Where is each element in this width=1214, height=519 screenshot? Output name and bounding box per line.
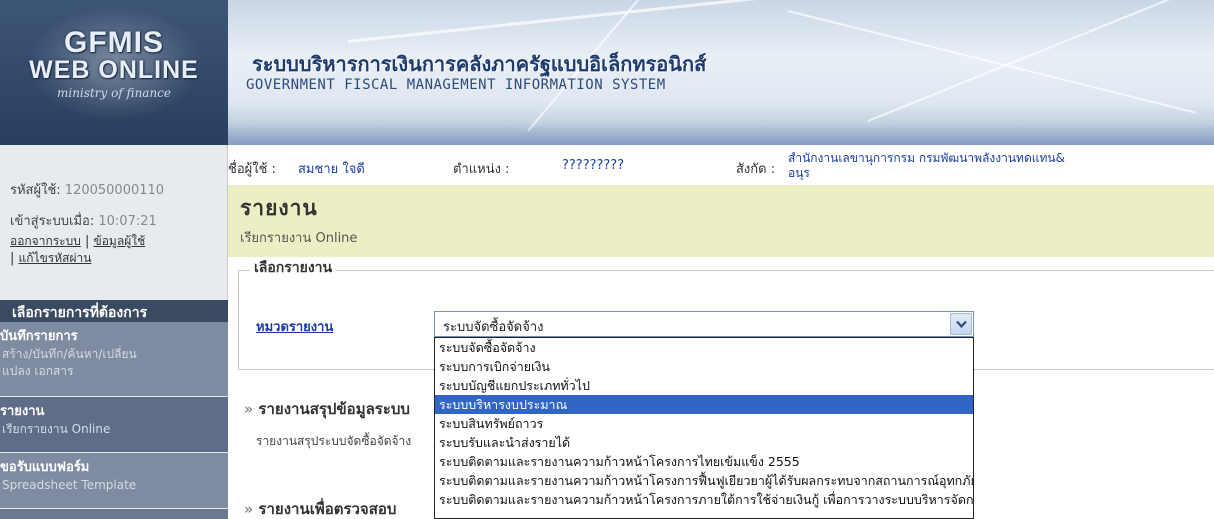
- user-info-panel: รหัสผู้ใช้: 120050000110 เข้าสู่ระบบเมื่…: [0, 145, 227, 267]
- dropdown-option[interactable]: ระบบบริหารงบประมาณ: [435, 395, 973, 414]
- report-category-select[interactable]: ระบบจัดซื้อจัดจ้าง: [434, 311, 974, 337]
- link-separator: |: [10, 251, 15, 266]
- sidebar-item-subtitle: สร้าง/บันทึก/ค้นหา/เปลี่ยน: [2, 347, 137, 361]
- sidebar-item-title: รายงาน: [0, 404, 45, 419]
- position-label: ตำแหน่ง :: [453, 162, 510, 177]
- org-value: สำนักงานเลขานุการกรม กรมพัฒนาพลังงานทดแท…: [788, 151, 1065, 165]
- user-info-link[interactable]: ข้อมูลผู้ใช้: [94, 234, 146, 248]
- logo-line1: GFMIS: [64, 26, 164, 59]
- sidebar-item-forms[interactable]: ขอรับแบบฟอร์ม Spreadsheet Template: [0, 453, 228, 508]
- system-title-en: GOVERNMENT FISCAL MANAGEMENT INFORMATION…: [246, 77, 666, 93]
- page-header: รายงาน เรียกรายงาน Online: [228, 185, 1214, 257]
- double-chevron-icon: »: [244, 400, 254, 418]
- dropdown-option[interactable]: ระบบติดตามและรายงานความก้าวหน้าโครงการฟื…: [435, 471, 973, 490]
- logo-line2: WEB ONLINE: [29, 56, 199, 84]
- dropdown-option[interactable]: ระบบสินทรัพย์ถาวร: [435, 414, 973, 433]
- section-summary-link[interactable]: รายงานสรุประบบจัดซื้อจัดจ้าง: [256, 432, 434, 451]
- dropdown-option[interactable]: ระบบรับและนำส่งรายได้: [435, 433, 973, 452]
- login-time-value: 10:07:21: [98, 214, 157, 229]
- dropdown-option[interactable]: ระบบติดตามและรายงานความก้าวหน้าโครงการไท…: [435, 452, 973, 471]
- system-title-th: ระบบบริหารการเงินการคลังภาครัฐแบบอิเล็กท…: [252, 52, 707, 76]
- section-divider: [238, 369, 434, 370]
- gfmis-logo[interactable]: GFMIS WEB ONLINE ministry of finance: [0, 0, 228, 145]
- page-subtitle: เรียกรายงาน Online: [240, 231, 358, 246]
- org-value-cont: อนุร: [788, 166, 810, 180]
- sidebar-item-subtitle: เรียกรายงาน Online: [2, 422, 111, 436]
- dropdown-option[interactable]: ระบบติดตามและรายงานความก้าวหน้าโครงการภา…: [435, 490, 973, 509]
- sidebar-item-title: บันทึกรายการ: [0, 329, 78, 344]
- header: GFMIS WEB ONLINE ministry of finance ระบ…: [0, 0, 1214, 145]
- menu-title: เลือกรายการที่ต้องการ: [0, 300, 228, 322]
- dropdown-option[interactable]: ระบบบัญชีแยกประเภททั่วไป: [435, 376, 973, 395]
- sidebar-item-subtitle: Spreadsheet Template: [2, 478, 137, 492]
- change-password-link[interactable]: แก้ไขรหัสผ่าน: [19, 251, 92, 265]
- section-divider: [974, 369, 1214, 370]
- username-value: สมชาย ใจดี: [298, 162, 365, 177]
- org-label: สังกัด :: [736, 162, 776, 177]
- user-info-bar: ชื่อผู้ใช้ : สมชาย ใจดี ตำแหน่ง : ??????…: [228, 145, 1214, 185]
- logo-tagline: ministry of finance: [56, 86, 171, 100]
- logout-link[interactable]: ออกจากระบบ: [10, 234, 81, 248]
- user-id-label: รหัสผู้ใช้:: [10, 183, 61, 198]
- sidebar-item-record[interactable]: บันทึกรายการ สร้าง/บันทึก/ค้นหา/เปลี่ยน …: [0, 322, 228, 396]
- left-sidebar: รหัสผู้ใช้: 120050000110 เข้าสู่ระบบเมื่…: [0, 145, 228, 519]
- select-value: ระบบจัดซื้อจัดจ้าง: [443, 320, 544, 335]
- position-value: ?????????: [562, 158, 625, 173]
- section-summary-heading: » รายงานสรุปข้อมูลระบบ: [244, 397, 434, 421]
- link-separator: |: [84, 234, 90, 249]
- report-category-options[interactable]: ระบบจัดซื้อจัดจ้าง ระบบการเบิกจ่ายเงิน ร…: [434, 337, 974, 519]
- user-id-value: 120050000110: [64, 183, 165, 198]
- login-time-label: เข้าสู่ระบบเมื่อ:: [10, 214, 95, 229]
- report-category-label[interactable]: หมวดรายงาน: [256, 316, 333, 337]
- dropdown-option[interactable]: ระบบจัดซื้อจัดจ้าง: [435, 338, 973, 357]
- section-audit-title: รายงานเพื่อตรวจสอบ: [258, 500, 397, 518]
- sidebar-item-next[interactable]: [0, 509, 228, 519]
- sidebar-item-title: ขอรับแบบฟอร์ม: [0, 460, 90, 475]
- header-banner: ระบบบริหารการเงินการคลังภาครัฐแบบอิเล็กท…: [228, 0, 1214, 145]
- sidebar-item-subtitle: แปลง เอกสาร: [2, 364, 74, 378]
- page-title: รายงาน: [240, 196, 318, 220]
- chevron-down-icon: [956, 320, 967, 329]
- fieldset-legend: เลือกรายงาน: [250, 257, 337, 279]
- username-label: ชื่อผู้ใช้ :: [228, 162, 276, 177]
- select-dropdown-button[interactable]: [950, 313, 972, 335]
- section-audit-heading: » รายงานเพื่อตรวจสอบ: [244, 497, 434, 519]
- double-chevron-icon: »: [244, 500, 254, 518]
- section-summary-title: รายงานสรุปข้อมูลระบบ: [258, 400, 410, 418]
- dropdown-option[interactable]: ระบบการเบิกจ่ายเงิน: [435, 357, 973, 376]
- sidebar-item-report[interactable]: รายงาน เรียกรายงาน Online: [0, 397, 228, 452]
